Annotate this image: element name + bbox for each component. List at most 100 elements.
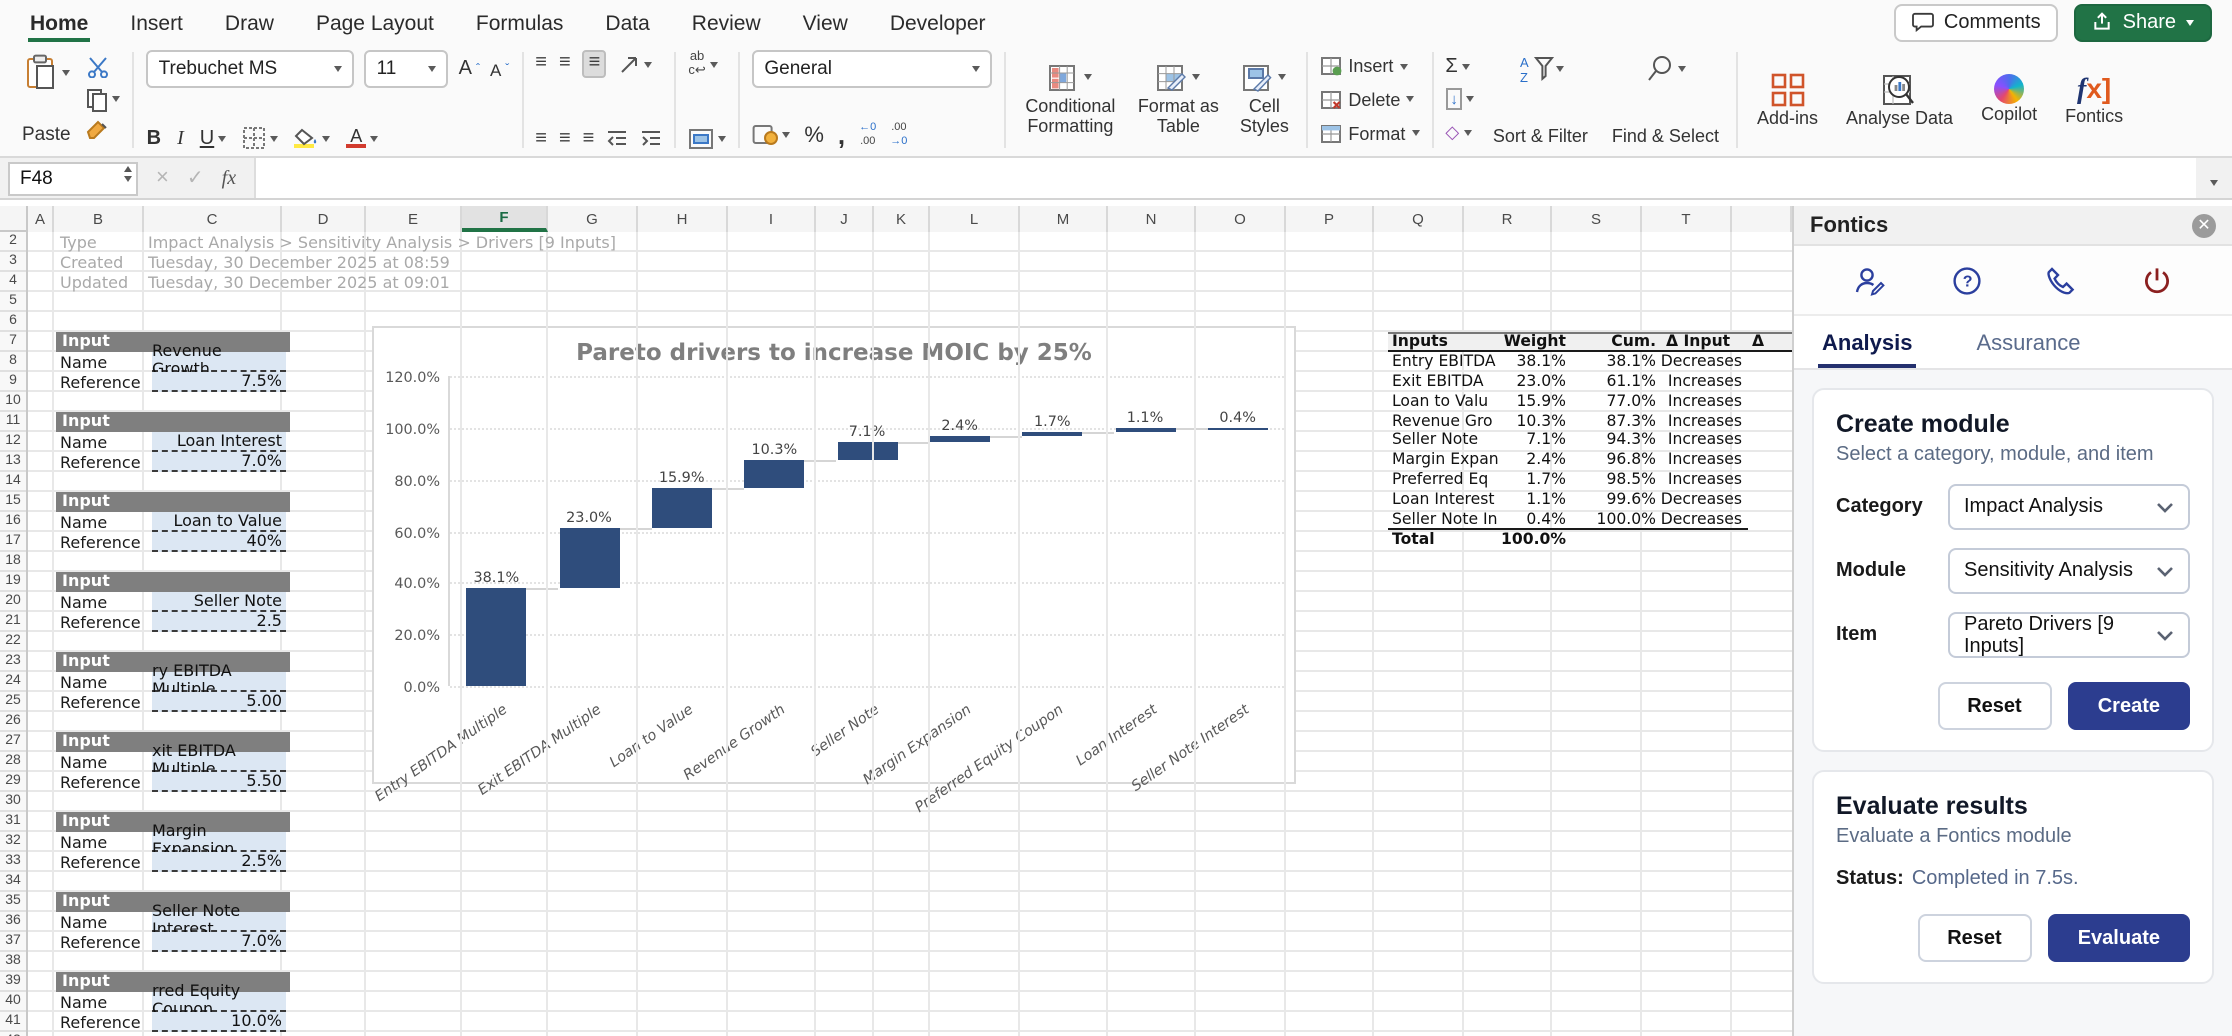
input-reference-cell[interactable]: 7.0% <box>152 452 286 471</box>
row-header-3[interactable]: 3 <box>0 252 26 272</box>
column-header-t[interactable]: T <box>1642 206 1732 232</box>
name-box-spinner[interactable] <box>124 165 132 181</box>
increase-decimal-button[interactable]: ←0.00 <box>859 123 876 147</box>
task-pane-tab-assurance[interactable]: Assurance <box>1973 316 2085 368</box>
grow-font-button[interactable]: Aˆ <box>459 58 480 80</box>
fontics-ribbon-button[interactable]: fx] Fontics <box>2059 70 2129 131</box>
column-header-k[interactable]: K <box>874 206 930 232</box>
number-format-select[interactable]: General <box>752 50 992 88</box>
row-header-39[interactable]: 39 <box>0 972 26 992</box>
sort-filter-button[interactable]: AZ Sort & Filter <box>1487 50 1594 150</box>
cancel-button[interactable]: × <box>156 166 169 190</box>
row-header-31[interactable]: 31 <box>0 812 26 832</box>
waterfall-bar-revenue-growth[interactable] <box>744 460 804 487</box>
add-ins-button[interactable]: Add-ins <box>1751 68 1824 133</box>
row-header-22[interactable]: 22 <box>0 632 26 652</box>
row-header-40[interactable]: 40 <box>0 992 26 1012</box>
row-header-11[interactable]: 11 <box>0 412 26 432</box>
evaluate-reset-button[interactable]: Reset <box>1917 914 2032 962</box>
row-header-42[interactable]: 42 <box>0 1032 26 1036</box>
column-header-l[interactable]: L <box>930 206 1020 232</box>
row-header-26[interactable]: 26 <box>0 712 26 732</box>
menu-tab-view[interactable]: View <box>801 3 850 41</box>
menu-tab-draw[interactable]: Draw <box>223 3 276 41</box>
row-header-36[interactable]: 36 <box>0 912 26 932</box>
row-header-4[interactable]: 4 <box>0 272 26 292</box>
waterfall-bar-preferred-equity-coupon[interactable] <box>1022 432 1082 436</box>
column-header-i[interactable]: I <box>728 206 816 232</box>
column-header-h[interactable]: H <box>638 206 728 232</box>
pareto-chart[interactable]: Pareto drivers to increase MOIC by 25% 0… <box>372 326 1296 784</box>
row-header-9[interactable]: 9 <box>0 372 26 392</box>
conditional-formatting-button[interactable]: Conditional Formatting <box>1018 63 1122 136</box>
input-reference-cell[interactable]: 2.5 <box>152 612 286 631</box>
row-header-16[interactable]: 16 <box>0 512 26 532</box>
row-header-6[interactable]: 6 <box>0 312 26 332</box>
input-reference-cell[interactable]: 7.0% <box>152 932 286 951</box>
help-icon[interactable]: ? <box>1952 265 1982 295</box>
analyse-data-button[interactable]: Analyse Data <box>1840 68 1959 133</box>
row-header-33[interactable]: 33 <box>0 852 26 872</box>
menu-tab-formulas[interactable]: Formulas <box>474 3 566 41</box>
input-name-cell[interactable]: Loan Interest <box>152 432 286 451</box>
column-header-j[interactable]: J <box>816 206 874 232</box>
task-pane-tab-analysis[interactable]: Analysis <box>1818 316 1917 368</box>
input-name-cell[interactable]: ry EBITDA Multiple <box>152 672 286 691</box>
waterfall-bar-margin-expansion[interactable] <box>930 436 990 442</box>
row-header-19[interactable]: 19 <box>0 572 26 592</box>
category-select[interactable]: Impact Analysis <box>1948 484 2190 530</box>
format-as-table-button[interactable]: Format as Table <box>1136 63 1220 136</box>
fill-button[interactable]: ↓ <box>1445 89 1475 111</box>
input-reference-cell[interactable]: 10.0% <box>152 1012 286 1031</box>
row-header-27[interactable]: 27 <box>0 732 26 752</box>
row-header-14[interactable]: 14 <box>0 472 26 492</box>
enter-button[interactable]: ✓ <box>187 167 204 189</box>
format-painter-icon[interactable] <box>87 120 113 144</box>
font-color-button[interactable]: A <box>346 128 378 149</box>
menu-tab-review[interactable]: Review <box>690 3 763 41</box>
row-header-23[interactable]: 23 <box>0 652 26 672</box>
waterfall-bar-loan-to-value[interactable] <box>652 487 712 528</box>
row-header-13[interactable]: 13 <box>0 452 26 472</box>
item-select[interactable]: Pareto Drivers [9 Inputs] <box>1948 612 2190 658</box>
row-header-18[interactable]: 18 <box>0 552 26 572</box>
find-select-button[interactable]: Find & Select <box>1606 50 1725 150</box>
create-module-reset-button[interactable]: Reset <box>1937 682 2052 730</box>
orientation-button[interactable] <box>618 53 652 75</box>
row-header-35[interactable]: 35 <box>0 892 26 912</box>
menu-tab-home[interactable]: Home <box>28 3 90 41</box>
menu-tab-insert[interactable]: Insert <box>128 3 185 41</box>
waterfall-bar-entry-ebitda-multiple[interactable] <box>466 588 526 686</box>
column-header-m[interactable]: M <box>1020 206 1108 232</box>
menu-tab-developer[interactable]: Developer <box>888 3 988 41</box>
row-header-24[interactable]: 24 <box>0 672 26 692</box>
waterfall-bar-exit-ebitda-multiple[interactable] <box>559 528 619 587</box>
italic-button[interactable]: I <box>177 127 184 149</box>
row-header-15[interactable]: 15 <box>0 492 26 512</box>
row-header-37[interactable]: 37 <box>0 932 26 952</box>
phone-icon[interactable] <box>2047 265 2077 295</box>
column-header-b[interactable]: B <box>54 206 144 232</box>
row-header-12[interactable]: 12 <box>0 432 26 452</box>
column-header-e[interactable]: E <box>366 206 462 232</box>
accounting-format-button[interactable] <box>752 124 790 146</box>
row-header-28[interactable]: 28 <box>0 752 26 772</box>
comments-button[interactable]: Comments <box>1894 3 2059 41</box>
waterfall-bar-loan-interest[interactable] <box>1115 429 1175 432</box>
copy-button[interactable] <box>87 87 121 111</box>
input-name-cell[interactable]: Seller Note Interest <box>152 912 286 931</box>
row-header-7[interactable]: 7 <box>0 332 26 352</box>
input-name-cell[interactable]: Margin Expansion <box>152 832 286 851</box>
align-middle-button[interactable]: ≡ <box>559 54 571 74</box>
input-name-cell[interactable]: Revenue Growth <box>152 352 286 371</box>
align-center-button[interactable]: ≡ <box>559 130 571 150</box>
waterfall-bar-seller-note-interest[interactable] <box>1208 428 1268 430</box>
input-name-cell[interactable]: Seller Note <box>152 592 286 611</box>
column-header-c[interactable]: C <box>144 206 282 232</box>
comma-style-button[interactable]: , <box>838 120 845 150</box>
menu-tab-data[interactable]: Data <box>603 3 651 41</box>
row-header-25[interactable]: 25 <box>0 692 26 712</box>
input-reference-cell[interactable]: 40% <box>152 532 286 551</box>
module-select[interactable]: Sensitivity Analysis <box>1948 548 2190 594</box>
align-bottom-button[interactable]: ≡ <box>583 50 607 78</box>
